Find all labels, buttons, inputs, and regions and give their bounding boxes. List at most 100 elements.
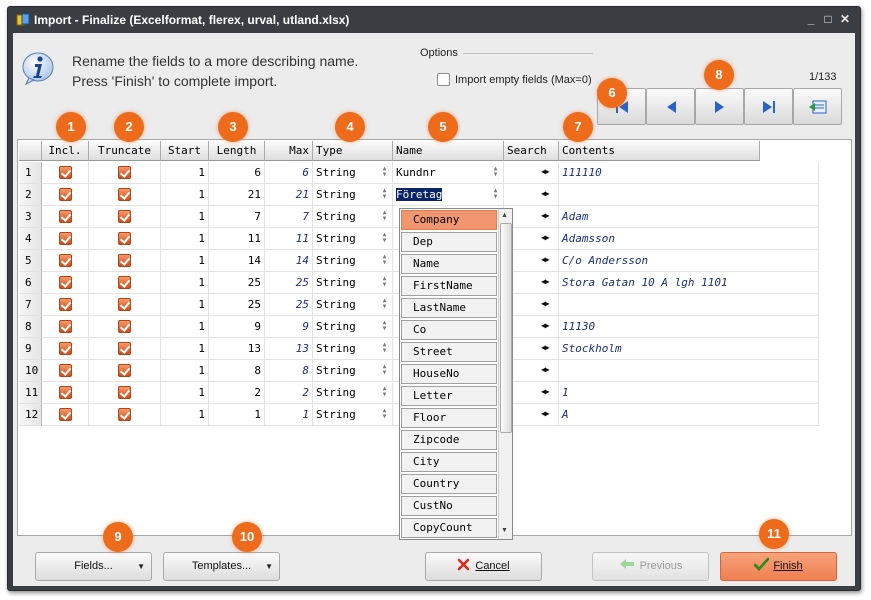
dropdown-option[interactable]: LastName: [401, 298, 497, 318]
truncate-cell[interactable]: [89, 184, 161, 206]
truncate-cell[interactable]: [89, 404, 161, 426]
start-cell[interactable]: 1: [161, 316, 209, 338]
include-checkbox[interactable]: [59, 188, 72, 201]
start-cell[interactable]: 1: [161, 404, 209, 426]
name-cell[interactable]: Företag ▲ ▼: [393, 184, 504, 206]
incl-cell[interactable]: [42, 294, 89, 316]
column-header-start[interactable]: Start: [161, 141, 209, 161]
truncate-cell[interactable]: [89, 360, 161, 382]
goto-record-button[interactable]: [793, 88, 842, 125]
truncate-cell[interactable]: [89, 338, 161, 360]
type-cell[interactable]: String ▲ ▼: [313, 294, 393, 316]
search-toggle-icon[interactable]: ◀▶: [541, 298, 555, 309]
dropdown-scrollbar[interactable]: ▲ ▼: [498, 209, 512, 539]
truncate-cell[interactable]: [89, 162, 161, 184]
include-checkbox[interactable]: [59, 386, 72, 399]
type-spinner-icon[interactable]: ▲ ▼: [380, 342, 389, 355]
truncate-checkbox[interactable]: [118, 210, 131, 223]
include-checkbox[interactable]: [59, 320, 72, 333]
dropdown-option[interactable]: Zipcode: [401, 430, 497, 450]
scroll-up-icon[interactable]: ▲: [501, 212, 508, 219]
maximize-icon[interactable]: □: [821, 12, 835, 26]
include-checkbox[interactable]: [59, 276, 72, 289]
dropdown-option[interactable]: Letter: [401, 386, 497, 406]
truncate-checkbox[interactable]: [118, 188, 131, 201]
start-cell[interactable]: 1: [161, 360, 209, 382]
dropdown-option[interactable]: City: [401, 452, 497, 472]
include-checkbox[interactable]: [59, 254, 72, 267]
type-spinner-icon[interactable]: ▲ ▼: [380, 276, 389, 289]
type-spinner-icon[interactable]: ▲ ▼: [380, 232, 389, 245]
type-spinner-icon[interactable]: ▲ ▼: [380, 386, 389, 399]
name-value[interactable]: Kundnr: [396, 166, 436, 179]
type-spinner-icon[interactable]: ▲ ▼: [380, 408, 389, 421]
incl-cell[interactable]: [42, 206, 89, 228]
type-spinner-icon[interactable]: ▲ ▼: [380, 254, 389, 267]
column-header-search[interactable]: Search: [504, 141, 559, 161]
incl-cell[interactable]: [42, 338, 89, 360]
incl-cell[interactable]: [42, 184, 89, 206]
truncate-checkbox[interactable]: [118, 276, 131, 289]
incl-cell[interactable]: [42, 382, 89, 404]
start-cell[interactable]: 1: [161, 228, 209, 250]
column-header-length[interactable]: Length: [209, 141, 265, 161]
close-icon[interactable]: ✕: [838, 12, 852, 26]
search-toggle-icon[interactable]: ◀▶: [541, 408, 555, 419]
dropdown-option[interactable]: Floor: [401, 408, 497, 428]
incl-cell[interactable]: [42, 250, 89, 272]
truncate-cell[interactable]: [89, 382, 161, 404]
incl-cell[interactable]: [42, 316, 89, 338]
type-spinner-icon[interactable]: ▲ ▼: [380, 298, 389, 311]
search-toggle-icon[interactable]: ◀▶: [541, 210, 555, 221]
truncate-checkbox[interactable]: [118, 232, 131, 245]
scroll-down-icon[interactable]: ▼: [501, 527, 508, 534]
type-cell[interactable]: String ▲ ▼: [313, 250, 393, 272]
type-spinner-icon[interactable]: ▲ ▼: [380, 364, 389, 377]
templates-menu-button[interactable]: Templates... ▼: [163, 552, 280, 581]
truncate-checkbox[interactable]: [118, 386, 131, 399]
include-checkbox[interactable]: [59, 364, 72, 377]
previous-button[interactable]: Previous: [592, 552, 709, 581]
length-cell[interactable]: 1: [209, 404, 265, 426]
scrollbar-thumb[interactable]: [500, 223, 512, 433]
type-cell[interactable]: String ▲ ▼: [313, 162, 393, 184]
truncate-cell[interactable]: [89, 272, 161, 294]
incl-cell[interactable]: [42, 162, 89, 184]
length-cell[interactable]: 2: [209, 382, 265, 404]
column-header-name[interactable]: Name: [393, 141, 504, 161]
length-cell[interactable]: 13: [209, 338, 265, 360]
type-cell[interactable]: String ▲ ▼: [313, 206, 393, 228]
type-spinner-icon[interactable]: ▲ ▼: [380, 166, 389, 179]
start-cell[interactable]: 1: [161, 382, 209, 404]
dropdown-option[interactable]: CopyCount: [401, 518, 497, 538]
search-toggle-icon[interactable]: ◀▶: [541, 364, 555, 375]
start-cell[interactable]: 1: [161, 294, 209, 316]
start-cell[interactable]: 1: [161, 206, 209, 228]
search-toggle-icon[interactable]: ◀▶: [541, 276, 555, 287]
column-header-incl[interactable]: Incl.: [42, 141, 89, 161]
include-checkbox[interactable]: [59, 408, 72, 421]
truncate-checkbox[interactable]: [118, 166, 131, 179]
type-cell[interactable]: String ▲ ▼: [313, 228, 393, 250]
include-checkbox[interactable]: [59, 298, 72, 311]
name-spinner-icon[interactable]: ▲ ▼: [491, 166, 500, 179]
include-checkbox[interactable]: [59, 342, 72, 355]
minimize-icon[interactable]: _: [804, 12, 818, 26]
type-spinner-icon[interactable]: ▲ ▼: [380, 320, 389, 333]
dropdown-option[interactable]: Name: [401, 254, 497, 274]
dropdown-option[interactable]: Company: [401, 210, 497, 230]
dropdown-option[interactable]: FirstName: [401, 276, 497, 296]
length-cell[interactable]: 21: [209, 184, 265, 206]
type-cell[interactable]: String ▲ ▼: [313, 316, 393, 338]
cancel-button[interactable]: Cancel: [425, 552, 542, 581]
truncate-checkbox[interactable]: [118, 364, 131, 377]
length-cell[interactable]: 7: [209, 206, 265, 228]
import-empty-fields-checkbox[interactable]: [437, 73, 450, 86]
include-checkbox[interactable]: [59, 210, 72, 223]
last-record-button[interactable]: [744, 88, 793, 125]
type-cell[interactable]: String ▲ ▼: [313, 404, 393, 426]
search-toggle-icon[interactable]: ◀▶: [541, 188, 555, 199]
dropdown-option[interactable]: Co: [401, 320, 497, 340]
type-spinner-icon[interactable]: ▲ ▼: [380, 210, 389, 223]
truncate-checkbox[interactable]: [118, 320, 131, 333]
